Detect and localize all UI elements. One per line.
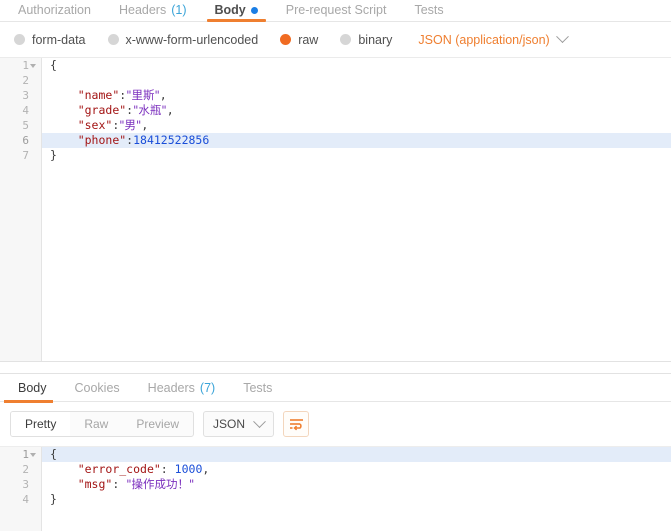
code-line[interactable]: 5 "sex":"男", — [0, 118, 671, 133]
body-type-selector: form-data x-www-form-urlencoded raw bina… — [0, 22, 671, 58]
request-body-editor[interactable]: 1{2 3 "name":"里斯", 4 "grade":"水瓶", 5 "sex":… — [0, 58, 671, 362]
body-modified-dot-icon — [250, 6, 258, 14]
tab-tests[interactable]: Tests — [400, 3, 457, 21]
tab-pre-request-script[interactable]: Pre-request Script — [272, 3, 401, 21]
response-tab-headers[interactable]: Headers (7) — [134, 374, 230, 402]
response-tab-tests[interactable]: Tests — [229, 374, 286, 402]
code-line[interactable]: 6 "phone":18412522856 — [0, 133, 671, 148]
response-tab-headers-count: (7) — [199, 380, 216, 395]
response-tab-headers-label: Headers — [147, 380, 195, 395]
response-toolbar: Pretty Raw Preview JSON — [0, 402, 671, 446]
radio-form-data-icon — [14, 34, 25, 45]
pane-split-divider[interactable] — [0, 362, 671, 374]
code-line-text: "error_code": 1000, — [77, 462, 210, 476]
code-line[interactable]: 2 "error_code": 1000, — [0, 462, 671, 477]
tab-headers-label: Headers — [118, 3, 167, 17]
view-mode-preview[interactable]: Preview — [122, 412, 193, 436]
wrap-lines-icon — [289, 418, 303, 430]
content-type-value: JSON (application/json) — [418, 32, 550, 47]
wrap-lines-button[interactable] — [283, 411, 310, 437]
code-line-text: "name":"里斯", — [77, 88, 167, 102]
line-number: 2 — [22, 463, 29, 476]
response-code-area[interactable]: 1{2 "error_code": 1000, 3 "msg": "操作成功！" 4… — [0, 447, 671, 531]
radio-x-www-form-urlencoded[interactable]: x-www-form-urlencoded — [107, 32, 259, 47]
response-format-dropdown[interactable]: JSON — [203, 411, 275, 437]
view-mode-raw[interactable]: Raw — [70, 412, 122, 436]
line-number: 5 — [22, 119, 29, 132]
view-mode-pretty[interactable]: Pretty — [11, 412, 71, 436]
tab-body[interactable]: Body — [201, 3, 272, 22]
code-line-text: "phone":18412522856 — [77, 133, 210, 147]
line-number: 4 — [22, 493, 29, 506]
line-number: 2 — [22, 74, 29, 87]
code-line[interactable]: 1{ — [0, 58, 671, 73]
line-number: 3 — [22, 89, 29, 102]
code-line[interactable]: 1{ — [0, 447, 671, 462]
tab-body-label: Body — [214, 3, 246, 17]
code-line-text: { — [50, 58, 57, 72]
request-editor-horizontal-scrollbar[interactable] — [0, 352, 671, 361]
code-line[interactable]: 7} — [0, 148, 671, 163]
code-line[interactable]: 4 "grade":"水瓶", — [0, 103, 671, 118]
code-line[interactable]: 3 "name":"里斯", — [0, 88, 671, 103]
line-number: 6 — [22, 134, 29, 147]
request-code-area[interactable]: 1{2 3 "name":"里斯", 4 "grade":"水瓶", 5 "sex":… — [0, 58, 671, 361]
tab-headers-count: (1) — [171, 3, 187, 17]
tab-pre-request-script-label: Pre-request Script — [285, 3, 387, 17]
postman-request-response-pane: Authorization Headers (1) Body Pre-reque… — [0, 0, 671, 531]
code-line-text: } — [50, 148, 57, 162]
tab-headers[interactable]: Headers (1) — [105, 3, 201, 21]
response-tab-body-label: Body — [18, 380, 47, 395]
code-line-text: { — [50, 447, 57, 461]
radio-x-www-form-urlencoded-icon — [107, 34, 119, 45]
response-tab-tests-label: Tests — [243, 380, 273, 395]
radio-raw-label: raw — [298, 32, 319, 47]
radio-binary[interactable]: binary — [340, 33, 392, 47]
radio-form-data-label: form-data — [32, 32, 86, 47]
response-body-viewer[interactable]: 1{2 "error_code": 1000, 3 "msg": "操作成功！" 4… — [0, 446, 671, 531]
view-mode-preview-label: Preview — [136, 417, 180, 431]
line-number: 7 — [22, 149, 29, 162]
response-tab-cookies[interactable]: Cookies — [61, 374, 134, 402]
code-line-text: "sex":"男", — [77, 118, 149, 132]
line-number: 4 — [22, 104, 29, 117]
request-tab-bar: Authorization Headers (1) Body Pre-reque… — [0, 0, 671, 22]
content-type-dropdown[interactable]: JSON (application/json) — [418, 30, 569, 47]
fold-arrow-icon[interactable] — [30, 63, 36, 68]
radio-binary-icon — [340, 34, 352, 45]
tab-authorization-label: Authorization — [18, 3, 91, 17]
response-tab-cookies-label: Cookies — [74, 380, 120, 395]
code-line-text: "grade":"水瓶", — [77, 103, 174, 117]
chevron-down-icon — [253, 414, 266, 428]
response-view-mode-group: Pretty Raw Preview — [10, 411, 195, 437]
code-line[interactable]: 4} — [0, 492, 671, 507]
tab-authorization[interactable]: Authorization — [4, 3, 105, 21]
radio-raw[interactable]: raw — [280, 33, 318, 47]
radio-raw-icon — [280, 34, 292, 45]
code-line-text: "msg": "操作成功！" — [77, 477, 195, 491]
radio-form-data[interactable]: form-data — [14, 33, 86, 47]
code-line[interactable]: 2 — [0, 73, 671, 88]
line-number: 3 — [22, 478, 29, 491]
radio-x-www-form-urlencoded-label: x-www-form-urlencoded — [125, 32, 259, 47]
code-line-text: } — [50, 492, 57, 506]
radio-binary-label: binary — [358, 32, 393, 47]
code-line[interactable]: 3 "msg": "操作成功！" — [0, 477, 671, 492]
chevron-down-icon — [555, 30, 569, 44]
response-format-value: JSON — [213, 417, 246, 431]
fold-arrow-icon[interactable] — [30, 452, 36, 457]
tab-tests-label: Tests — [414, 3, 444, 17]
response-tab-bar: Body Cookies Headers (7) Tests — [0, 374, 671, 403]
view-mode-pretty-label: Pretty — [25, 417, 57, 431]
view-mode-raw-label: Raw — [84, 417, 109, 431]
response-tab-body[interactable]: Body — [4, 374, 61, 403]
